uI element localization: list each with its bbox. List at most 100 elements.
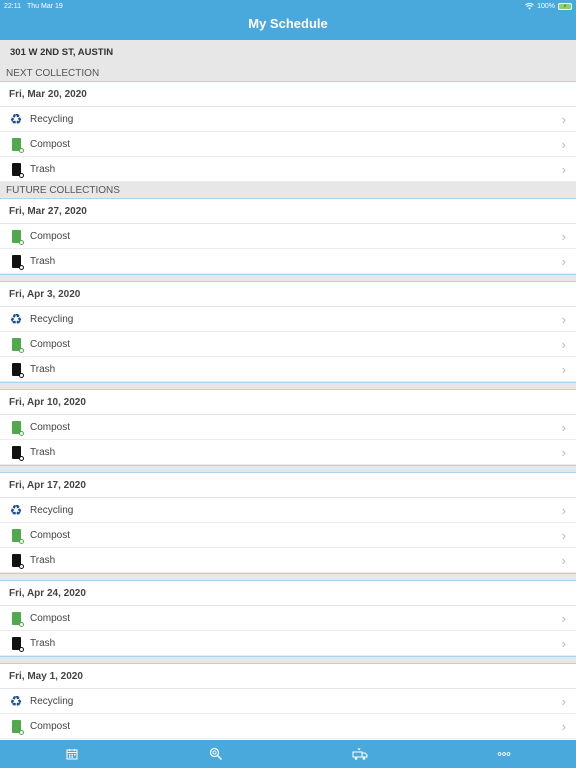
calendar-icon [66,749,78,760]
section-divider [0,573,576,581]
chevron-right-icon: › [561,444,566,460]
page-title: My Schedule [248,16,328,31]
recycle-icon: ♻ [9,311,23,327]
status-bar: 22:11 Thu Mar 19 100% ⚡ [0,0,576,12]
header: 22:11 Thu Mar 19 100% ⚡ My Schedule [0,0,576,40]
magnifier-icon [209,747,223,761]
future-collections-header: FUTURE COLLECTIONS [0,182,576,199]
date-row: Fri, May 1, 2020 [0,664,576,689]
tab-bar [0,740,576,768]
item-label: Trash [30,163,56,175]
compost-bin-icon [9,419,24,436]
item-label: Trash [30,637,56,649]
item-label: Compost [30,338,71,350]
list-item-compost[interactable]: Compost › [0,332,576,357]
list-item-compost[interactable]: Compost › [0,415,576,440]
status-time: 22:11 [4,2,21,10]
date-row: Fri, Mar 27, 2020 [0,199,576,224]
chevron-right-icon: › [561,635,566,651]
trash-bin-icon [9,161,24,178]
status-date: Thu Mar 19 [27,2,63,10]
chevron-right-icon: › [561,718,566,734]
list-item-trash[interactable]: Trash › [0,249,576,274]
list-item-trash[interactable]: Trash › [0,548,576,573]
address-label: 301 W 2ND ST, AUSTIN [0,40,576,65]
date-row: Fri, Apr 24, 2020 [0,581,576,606]
status-right: 100% ⚡ [525,2,572,10]
truck-icon [352,747,368,760]
battery-icon: ⚡ [558,2,572,10]
chevron-right-icon: › [561,336,566,352]
section-divider [0,656,576,664]
list-item-compost[interactable]: Compost › [0,606,576,631]
chevron-right-icon: › [561,111,566,127]
chevron-right-icon: › [561,161,566,177]
item-label: Recycling [30,504,74,516]
item-label: Compost [30,529,71,541]
list-item-compost[interactable]: Compost › [0,132,576,157]
list-item-trash[interactable]: Trash › [0,157,576,182]
compost-bin-icon [9,228,24,245]
wifi-icon [525,2,535,9]
compost-bin-icon [9,336,24,353]
tab-schedule[interactable] [0,748,144,760]
item-label: Recycling [30,695,74,707]
next-collection-header: NEXT COLLECTION [0,65,576,82]
compost-bin-icon [9,527,24,544]
trash-bin-icon [9,253,24,270]
trash-bin-icon [9,635,24,652]
recycle-icon: ♻ [9,502,23,518]
item-label: Trash [30,446,56,458]
list-item-recycling[interactable]: ♻ Recycling › [0,107,576,132]
item-label: Trash [30,554,56,566]
chevron-right-icon: › [561,311,566,327]
tab-more[interactable] [432,751,576,757]
compost-bin-icon [9,718,24,735]
item-label: Recycling [30,313,74,325]
schedule-list[interactable]: 301 W 2ND ST, AUSTIN NEXT COLLECTION Fri… [0,40,576,740]
item-label: Trash [30,363,56,375]
item-label: Compost [30,421,71,433]
chevron-right-icon: › [561,610,566,626]
item-label: Compost [30,138,71,150]
item-label: Compost [30,612,71,624]
chevron-right-icon: › [561,527,566,543]
list-item-trash[interactable]: Trash › [0,631,576,656]
date-row: Fri, Apr 3, 2020 [0,282,576,307]
chevron-right-icon: › [561,253,566,269]
chevron-right-icon: › [561,361,566,377]
list-item-trash[interactable]: Trash › [0,440,576,465]
tab-search[interactable] [144,747,288,761]
chevron-right-icon: › [561,419,566,435]
trash-bin-icon [9,444,24,461]
recycle-icon: ♻ [9,111,23,127]
tab-collection[interactable] [288,747,432,761]
more-icon [497,752,511,756]
item-label: Trash [30,255,56,267]
chevron-right-icon: › [561,502,566,518]
compost-bin-icon [9,610,24,627]
list-item-recycling[interactable]: ♻ Recycling › [0,689,576,714]
chevron-right-icon: › [561,693,566,709]
section-divider [0,274,576,282]
list-item-recycling[interactable]: ♻ Recycling › [0,307,576,332]
item-label: Compost [30,720,71,732]
trash-bin-icon [9,361,24,378]
chevron-right-icon: › [561,136,566,152]
list-item-compost[interactable]: Compost › [0,714,576,739]
item-label: Recycling [30,113,74,125]
compost-bin-icon [9,136,24,153]
battery-percent: 100% [537,2,555,10]
item-label: Compost [30,230,71,242]
list-item-compost[interactable]: Compost › [0,224,576,249]
date-row: Fri, Apr 17, 2020 [0,473,576,498]
date-row: Fri, Apr 10, 2020 [0,390,576,415]
section-divider [0,465,576,473]
trash-bin-icon [9,552,24,569]
list-item-compost[interactable]: Compost › [0,523,576,548]
recycle-icon: ♻ [9,693,23,709]
list-item-trash[interactable]: Trash › [0,357,576,382]
date-row: Fri, Mar 20, 2020 [0,82,576,107]
chevron-right-icon: › [561,228,566,244]
list-item-recycling[interactable]: ♻ Recycling › [0,498,576,523]
